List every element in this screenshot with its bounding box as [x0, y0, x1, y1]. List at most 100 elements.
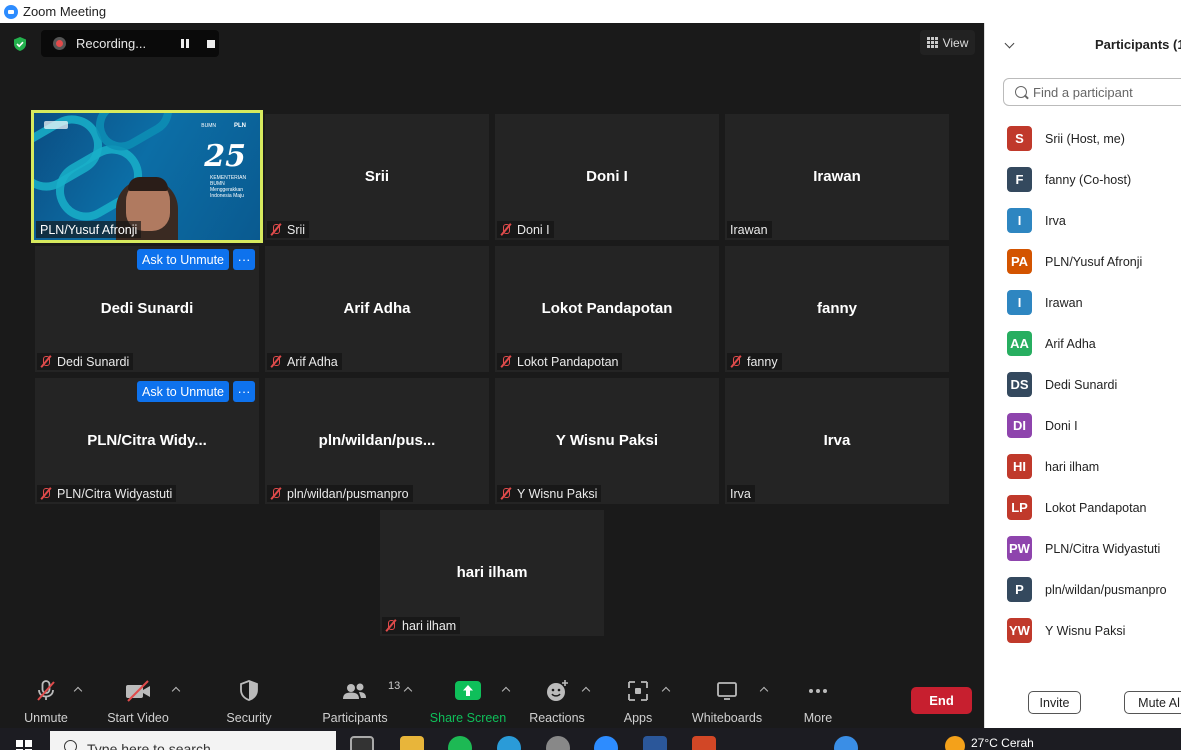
tile-name-label: Srii: [267, 221, 310, 238]
muted-microphone-icon: [270, 355, 282, 368]
participant-list-item[interactable]: PW PLN/Citra Widyastuti: [1007, 528, 1181, 569]
muted-microphone-icon: [270, 223, 282, 236]
unmute-button[interactable]: Unmute: [22, 677, 70, 727]
avatar: PW: [1007, 536, 1032, 561]
participant-tile[interactable]: pln/wildan/pus... pln/wildan/pusmanpro: [265, 378, 489, 504]
participant-list-item[interactable]: HI hari ilham: [1007, 446, 1181, 487]
invite-button[interactable]: Invite: [1028, 691, 1081, 714]
tile-display-name: Y Wisnu Paksi: [555, 432, 659, 449]
participant-tile[interactable]: Doni I Doni I: [495, 114, 719, 240]
sun-weather-icon: [945, 736, 965, 750]
panel-title: Participants (1: [1095, 37, 1181, 52]
audio-options-caret[interactable]: [73, 685, 83, 695]
participants-panel: Participants (1 S Srii (Host, me) Ffanny (…: [984, 23, 1181, 728]
tile-more-options-button[interactable]: ···: [233, 249, 255, 270]
tile-label-text: Dedi Sunardi: [57, 354, 130, 369]
participant-search[interactable]: [1003, 78, 1181, 106]
more-dots-icon: [809, 689, 827, 693]
zoom-taskbar-icon[interactable]: [594, 736, 618, 750]
participant-tile[interactable]: Dedi Sunardi Dedi Sunardi Ask to Unmute ···: [35, 246, 259, 372]
reactions-button[interactable]: Reactions: [529, 677, 585, 727]
ask-to-unmute-button[interactable]: Ask to Unmute: [137, 381, 229, 402]
view-button[interactable]: View: [920, 30, 975, 55]
tile-name-label: PLN/Citra Widyastuti: [37, 485, 177, 502]
edge-browser-icon[interactable]: [497, 736, 521, 750]
weather-widget[interactable]: 27°C Cerah: [945, 736, 1034, 750]
participant-list-item[interactable]: LP Lokot Pandapotan: [1007, 487, 1181, 528]
file-explorer-icon[interactable]: [400, 736, 424, 750]
ministry-caption: KEMENTERIAN BUMN Menggerakkan Indonesia …: [210, 175, 247, 199]
participant-list-item[interactable]: DI Doni I: [1007, 405, 1181, 446]
reactions-options-caret[interactable]: [581, 685, 591, 695]
encryption-shield-icon[interactable]: [12, 36, 28, 52]
muted-microphone-icon: [270, 487, 282, 500]
muted-microphone-icon: [40, 355, 52, 368]
whiteboard-icon: [717, 682, 737, 700]
participant-tile[interactable]: PLN/Citra Widy... PLN/Citra Widyastuti Ask…: [35, 378, 259, 504]
participants-button[interactable]: 13 Participants: [322, 677, 400, 727]
taskbar-search-placeholder: Type here to search: [87, 741, 211, 750]
participant-name: Doni I: [1045, 418, 1078, 433]
participants-options-caret[interactable]: [403, 685, 413, 695]
windows-start-icon[interactable]: [16, 740, 32, 750]
participant-tile[interactable]: Srii Srii: [265, 114, 489, 240]
window-title: Zoom Meeting: [23, 4, 107, 19]
security-button[interactable]: Security: [226, 677, 272, 727]
participant-tile[interactable]: Y Wisnu Paksi Y Wisnu Paksi: [495, 378, 719, 504]
participant-tile[interactable]: hari ilham hari ilham: [380, 510, 604, 636]
more-button[interactable]: More: [802, 677, 834, 727]
end-meeting-button[interactable]: End: [911, 687, 972, 714]
participant-list-item[interactable]: DS Dedi Sunardi: [1007, 364, 1181, 405]
phone-app-icon[interactable]: [546, 736, 570, 750]
mute-all-button[interactable]: Mute Al: [1124, 691, 1181, 714]
help-icon[interactable]: [834, 736, 858, 750]
tile-label-text: Doni I: [517, 222, 550, 237]
taskbar-search[interactable]: Type here to search: [50, 731, 336, 750]
avatar: YW: [1007, 618, 1032, 643]
avatar: DS: [1007, 372, 1032, 397]
participant-list-item[interactable]: PA PLN/Yusuf Afronji: [1007, 241, 1181, 282]
participant-tile[interactable]: fanny fanny: [725, 246, 949, 372]
whiteboards-button[interactable]: Whiteboards: [691, 677, 763, 727]
tile-name-label: Dedi Sunardi: [37, 353, 134, 370]
powerpoint-icon[interactable]: [692, 736, 716, 750]
avatar: PA: [1007, 249, 1032, 274]
participant-tile[interactable]: Irawan Irawan: [725, 114, 949, 240]
tile-label-text: Srii: [287, 222, 306, 237]
participant-list-item[interactable]: Ppln/wildan/pusmanpro: [1007, 569, 1181, 610]
spotify-icon[interactable]: [448, 736, 472, 750]
participant-list-item[interactable]: YW Y Wisnu Paksi: [1007, 610, 1181, 651]
apps-options-caret[interactable]: [661, 685, 671, 695]
participant-tile[interactable]: Lokot Pandapotan Lokot Pandapotan: [495, 246, 719, 372]
start-video-button[interactable]: Start Video: [106, 677, 170, 727]
muted-microphone-icon: [500, 355, 512, 368]
tile-label-text: Arif Adha: [287, 354, 338, 369]
share-options-caret[interactable]: [501, 685, 511, 695]
video-tile-active-speaker[interactable]: BUMN PLN 25 KEMENTERIAN BUMN Menggerakka…: [31, 110, 263, 243]
participant-list-item[interactable]: Ffanny (Co-host): [1007, 159, 1181, 200]
stop-recording-icon[interactable]: [204, 37, 218, 51]
apps-icon: [628, 681, 648, 701]
participant-tile[interactable]: Irva Irva: [725, 378, 949, 504]
participant-tile[interactable]: Arif Adha Arif Adha: [265, 246, 489, 372]
task-view-icon[interactable]: [350, 736, 374, 750]
ask-to-unmute-button[interactable]: Ask to Unmute: [137, 249, 229, 270]
participant-list-item[interactable]: AA Arif Adha: [1007, 323, 1181, 364]
participant-list-item[interactable]: I Irva: [1007, 200, 1181, 241]
video-options-caret[interactable]: [171, 685, 181, 695]
tile-name-label: Irawan: [727, 221, 772, 238]
pause-recording-icon[interactable]: [178, 37, 192, 51]
apps-button[interactable]: Apps: [620, 677, 656, 727]
whiteboards-options-caret[interactable]: [759, 685, 769, 695]
participant-list-item[interactable]: I Irawan: [1007, 282, 1181, 323]
participant-list-item[interactable]: S Srii (Host, me): [1007, 118, 1181, 159]
collapse-panel-chevron-icon[interactable]: [1005, 40, 1015, 50]
word-icon[interactable]: [643, 736, 667, 750]
tile-name-label: hari ilham: [382, 617, 461, 634]
recording-indicator: Recording...: [41, 30, 219, 57]
tile-display-name: pln/wildan/pus...: [318, 432, 436, 449]
tile-more-options-button[interactable]: ···: [233, 381, 255, 402]
participants-icon: [343, 683, 366, 699]
share-screen-button[interactable]: Share Screen: [430, 677, 506, 727]
participant-search-input[interactable]: [1033, 84, 1181, 100]
